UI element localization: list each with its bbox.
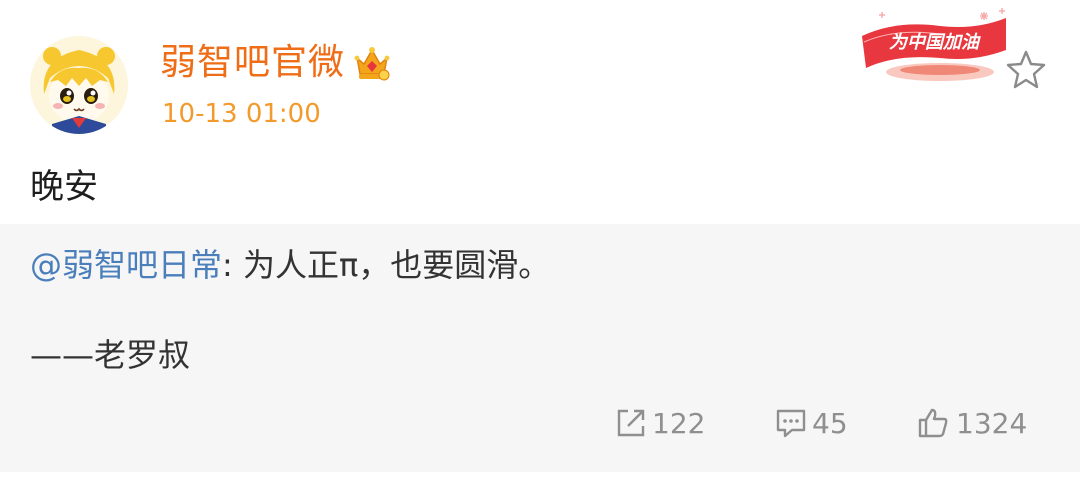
share-icon <box>617 409 645 437</box>
thumbs-up-icon <box>918 408 948 438</box>
post-timestamp: 10-13 01:00 <box>162 99 321 129</box>
repost-signature: ——老罗叔 <box>30 336 191 374</box>
like-button[interactable]: 1324 <box>916 402 1036 446</box>
avatar[interactable] <box>30 36 128 134</box>
action-bar: 122 45 1324 <box>0 402 1080 446</box>
star-outline-icon[interactable] <box>1004 48 1048 92</box>
comment-count: 45 <box>812 407 848 440</box>
repost-content: : 为人正π，也要圆滑。 <box>222 246 551 284</box>
campaign-badge-text: 为中国加油 <box>889 32 981 53</box>
post-header: 弱智吧官微 10-13 01:00 为中国加油 <box>0 0 1080 150</box>
repost-button[interactable]: 122 <box>614 402 714 446</box>
comment-icon <box>776 409 806 438</box>
cartoon-girl-avatar-icon <box>30 36 128 134</box>
campaign-badge: 为中国加油 <box>856 6 1016 84</box>
repost-count: 122 <box>652 407 706 440</box>
repost-card[interactable]: @弱智吧日常: 为人正π，也要圆滑。 ——老罗叔 122 45 1324 <box>0 224 1080 472</box>
comment-button[interactable]: 45 <box>774 402 854 446</box>
bottom-divider <box>0 472 1080 486</box>
repost-quote-line: @弱智吧日常: 为人正π，也要圆滑。 <box>30 242 550 288</box>
like-count: 1324 <box>956 407 1028 440</box>
crown-badge-icon <box>354 44 390 82</box>
mention-link[interactable]: @弱智吧日常 <box>30 246 222 284</box>
post-body-text: 晚安 <box>30 167 98 207</box>
username[interactable]: 弱智吧官微 <box>160 38 345 88</box>
